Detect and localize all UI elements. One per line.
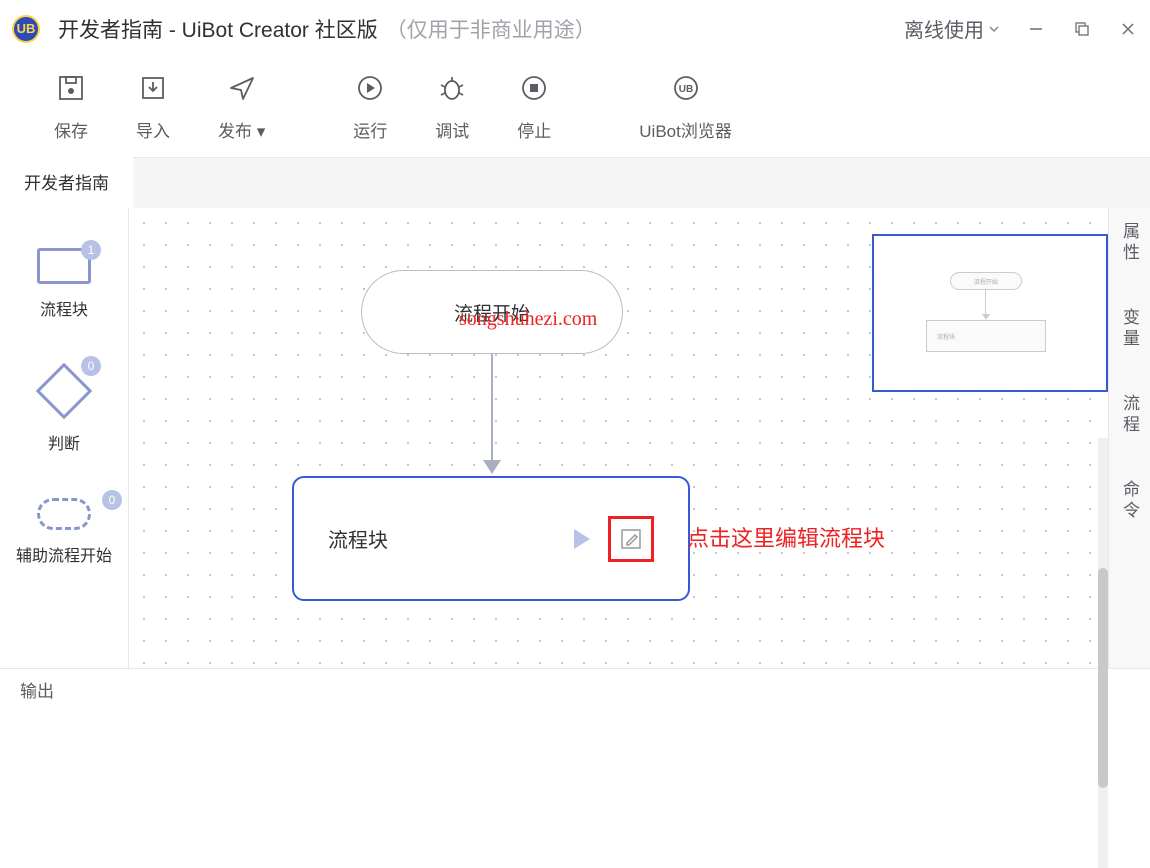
main-area: 1 流程块 0 判断 0 辅助流程开始 songshuhezi.com 流程开始… xyxy=(0,208,1150,668)
publish-button[interactable]: 发布 ▾ xyxy=(194,73,289,142)
offline-mode-dropdown[interactable]: 离线使用 xyxy=(904,14,1000,43)
debug-label: 调试 xyxy=(435,117,469,142)
minimap-start-node: 流程开始 xyxy=(950,272,1022,290)
palette-aux[interactable]: 0 辅助流程开始 xyxy=(16,498,112,566)
palette-decision[interactable]: 0 判断 xyxy=(37,364,91,454)
palette-decision-label: 判断 xyxy=(48,430,80,454)
save-label: 保存 xyxy=(54,117,88,142)
run-icon xyxy=(355,73,385,103)
decision-count-badge: 0 xyxy=(81,356,101,376)
run-label: 运行 xyxy=(353,117,387,142)
save-button[interactable]: 保存 xyxy=(30,73,112,142)
titlebar: UB 开发者指南 - UiBot Creator 社区版 （仅用于非商业用途） … xyxy=(0,0,1150,58)
tabbar: 开发者指南 xyxy=(0,158,1150,208)
close-button[interactable] xyxy=(1118,19,1138,39)
tab-commands[interactable]: 命令 xyxy=(1117,480,1142,522)
block-count-badge: 1 xyxy=(81,240,101,260)
scrollbar-thumb[interactable] xyxy=(1098,568,1108,788)
app-icon: UB xyxy=(12,15,40,43)
stop-icon xyxy=(519,73,549,103)
tab-properties[interactable]: 属性 xyxy=(1117,222,1142,264)
output-panel-header[interactable]: 输出 xyxy=(0,668,1150,709)
chevron-down-icon xyxy=(988,23,1000,35)
browser-icon: UB xyxy=(671,73,701,103)
edit-icon[interactable] xyxy=(619,527,643,551)
title-note: （仅用于非商业用途） xyxy=(386,14,596,44)
palette-block-label: 流程块 xyxy=(40,296,88,320)
palette-aux-label: 辅助流程开始 xyxy=(16,542,112,566)
stop-button[interactable]: 停止 xyxy=(493,73,575,142)
canvas-wrap: songshuhezi.com 流程开始 流程块 点击这里编辑流程块 流程开始 xyxy=(128,208,1108,668)
stop-label: 停止 xyxy=(517,117,551,142)
import-icon xyxy=(138,73,168,103)
svg-text:UB: UB xyxy=(678,84,692,95)
output-label: 输出 xyxy=(20,677,54,702)
browser-button[interactable]: UB UiBot浏览器 xyxy=(615,73,756,142)
flow-block-node[interactable]: 流程块 xyxy=(292,476,690,601)
maximize-button[interactable] xyxy=(1072,19,1092,39)
minimize-button[interactable] xyxy=(1026,19,1046,39)
connector-arrow-icon xyxy=(483,460,501,474)
edit-highlight-box xyxy=(608,516,654,562)
save-icon xyxy=(56,73,86,103)
tab-active[interactable]: 开发者指南 xyxy=(0,155,133,208)
publish-icon xyxy=(227,73,257,103)
vertical-scrollbar[interactable] xyxy=(1098,438,1108,868)
browser-label: UiBot浏览器 xyxy=(639,117,732,142)
toolbar: 保存 导入 发布 ▾ 运行 调试 停止 UB UiBot浏览器 xyxy=(0,58,1150,158)
minimap-connector xyxy=(985,290,986,316)
debug-icon xyxy=(437,73,467,103)
minimap-block-node: 流程块 xyxy=(926,320,1046,352)
import-button[interactable]: 导入 xyxy=(112,73,194,142)
callout-text: 点击这里编辑流程块 xyxy=(687,521,885,553)
aux-count-badge: 0 xyxy=(102,490,122,510)
tab-variables[interactable]: 变量 xyxy=(1117,308,1142,350)
tab-flow[interactable]: 流程 xyxy=(1117,394,1142,436)
flow-canvas[interactable]: songshuhezi.com 流程开始 流程块 点击这里编辑流程块 流程开始 xyxy=(129,208,1108,668)
publish-label: 发布 ▾ xyxy=(218,117,265,142)
flow-block-label: 流程块 xyxy=(328,524,388,553)
capsule-shape-icon xyxy=(37,498,91,530)
palette-block[interactable]: 1 流程块 xyxy=(37,248,91,320)
minimap[interactable]: 流程开始 流程块 xyxy=(872,234,1108,392)
play-icon[interactable] xyxy=(574,529,590,549)
node-palette: 1 流程块 0 判断 0 辅助流程开始 xyxy=(0,208,128,668)
right-side-tabs: 属性 变量 流程 命令 xyxy=(1108,208,1150,668)
debug-button[interactable]: 调试 xyxy=(411,73,493,142)
run-button[interactable]: 运行 xyxy=(329,73,411,142)
watermark-text: songshuhezi.com xyxy=(459,308,597,331)
offline-label: 离线使用 xyxy=(904,14,984,43)
doc-name: 开发者指南 - UiBot Creator 社区版 xyxy=(58,14,378,44)
connector-line xyxy=(491,354,493,464)
import-label: 导入 xyxy=(136,117,170,142)
